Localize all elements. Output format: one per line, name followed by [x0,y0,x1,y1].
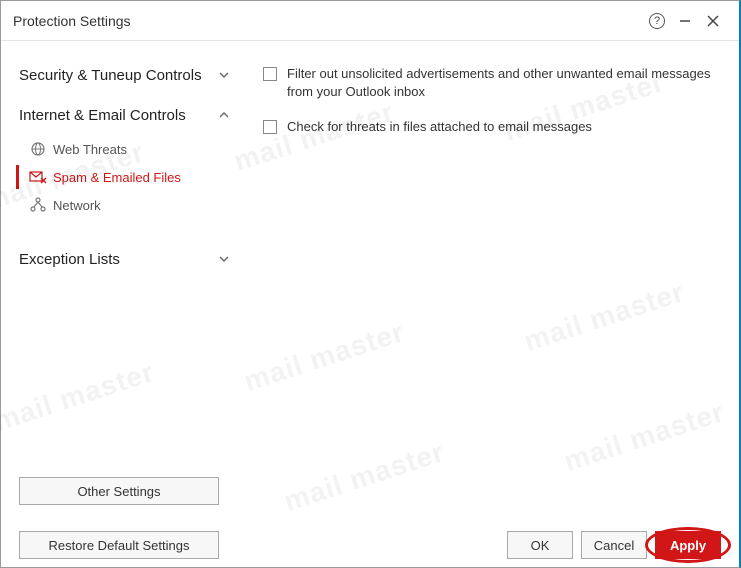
sidebar-item-network[interactable]: Network [1,191,249,219]
sidebar-item-label: Web Threats [53,142,127,157]
titlebar: Protection Settings ? [1,1,739,41]
checkbox-icon[interactable] [263,120,277,134]
cancel-button[interactable]: Cancel [581,531,647,559]
sidebar-item-spam-emailed-files[interactable]: Spam & Emailed Files [1,163,249,191]
content-panel: Filter out unsolicited advertisements an… [249,41,739,519]
chevron-up-icon [217,109,231,124]
option-label: Filter out unsolicited advertisements an… [287,65,715,100]
globe-icon [27,140,49,158]
section-label: Exception Lists [19,251,120,269]
section-label: Security & Tuneup Controls [19,67,202,85]
chevron-down-icon [217,69,231,84]
main-area: Security & Tuneup Controls Internet & Em… [1,41,739,519]
sidebar-item-label: Network [53,198,101,213]
close-icon[interactable] [699,7,727,35]
section-internet-email-items: Web Threats Spam & Emailed Files Network [1,131,249,223]
option-label: Check for threats in files attached to e… [287,118,592,136]
sidebar-item-label: Spam & Emailed Files [53,170,181,185]
section-security-tuneup[interactable]: Security & Tuneup Controls [1,61,249,91]
option-check-threats[interactable]: Check for threats in files attached to e… [263,118,715,136]
sidebar-item-web-threats[interactable]: Web Threats [1,135,249,163]
checkbox-icon[interactable] [263,67,277,81]
chevron-down-icon [217,253,231,268]
window-title: Protection Settings [13,13,131,29]
option-filter-ads[interactable]: Filter out unsolicited advertisements an… [263,65,715,100]
sidebar-bottom: Other Settings [19,477,219,517]
section-exception-lists[interactable]: Exception Lists [1,245,249,275]
network-icon [27,196,49,214]
restore-defaults-button[interactable]: Restore Default Settings [19,531,219,559]
section-label: Internet & Email Controls [19,107,186,125]
section-internet-email[interactable]: Internet & Email Controls [1,101,249,131]
sidebar: Security & Tuneup Controls Internet & Em… [1,41,249,519]
ok-button[interactable]: OK [507,531,573,559]
help-icon[interactable]: ? [643,7,671,35]
apply-button[interactable]: Apply [655,531,721,559]
mail-x-icon [27,168,49,186]
minimize-icon[interactable] [671,7,699,35]
footer: Restore Default Settings OK Cancel Apply [1,523,739,567]
other-settings-button[interactable]: Other Settings [19,477,219,505]
